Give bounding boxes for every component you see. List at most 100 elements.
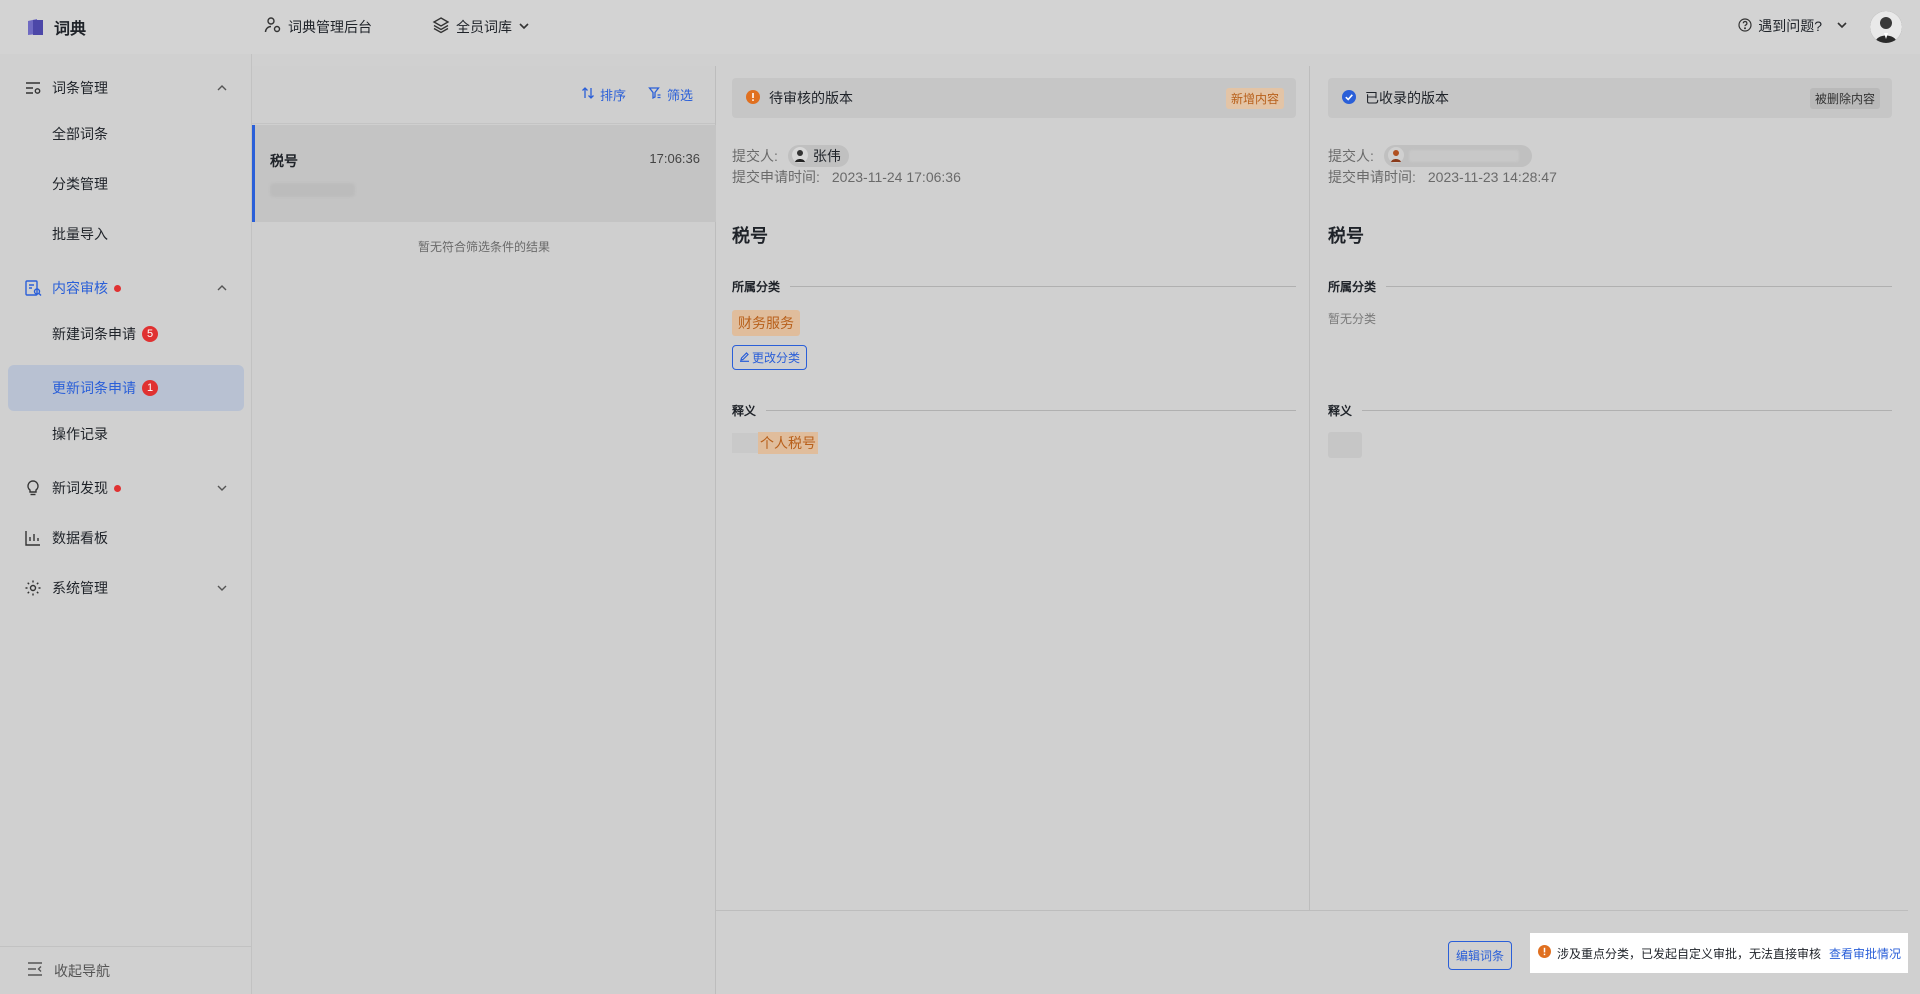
definition-section-header: 释义 <box>1328 402 1892 419</box>
app-title: 词典 <box>54 21 87 38</box>
submitter-chip[interactable] <box>1383 145 1532 167</box>
edit-entry-button[interactable]: 编辑词条 <box>1448 941 1513 970</box>
view-approval-link[interactable]: 查看审批情况 <box>1829 945 1901 962</box>
sidebar-item-bulk-import[interactable]: 批量导入 <box>8 211 244 257</box>
sidebar-item-label: 批量导入 <box>52 226 108 242</box>
avatar <box>791 146 808 166</box>
submit-time-row: 提交申请时间: 2023-11-23 14:28:47 <box>1328 167 1557 187</box>
sidebar-group-label: 数据看板 <box>52 530 108 546</box>
count-badge: 5 <box>142 326 158 342</box>
library-dropdown[interactable]: 全员词库 <box>432 16 530 37</box>
pending-version-header: 待审核的版本 新增内容 <box>732 78 1296 118</box>
removed-definition-highlight <box>1328 432 1362 458</box>
sidebar-item-label: 操作记录 <box>52 426 108 442</box>
category-section-header: 所属分类 <box>1328 278 1892 295</box>
sidebar-item-update-requests[interactable]: 更新词条申请 1 <box>8 365 244 411</box>
submitter-row: 提交人: <box>1328 145 1532 167</box>
collapse-nav-button[interactable]: 收起导航 <box>0 946 252 994</box>
section-label: 释义 <box>732 404 757 418</box>
category-tag: 财务服务 <box>732 310 800 336</box>
sidebar: 词条管理 全部词条 分类管理 批量导入 内容审核 新建词条申请 5 更新词条申请… <box>0 54 252 994</box>
section-label: 释义 <box>1328 404 1353 418</box>
collapse-sidebar-icon <box>26 960 44 981</box>
help-menu[interactable]: 遇到问题? <box>1738 16 1848 36</box>
no-category-text: 暂无分类 <box>1328 312 1377 326</box>
sidebar-group-entries[interactable]: 词条管理 <box>0 68 252 108</box>
sidebar-item-label: 新建词条申请 <box>52 326 136 342</box>
edit-icon <box>739 351 750 365</box>
sort-button[interactable]: 排序 <box>581 85 626 104</box>
right-edge <box>1908 54 1920 994</box>
bar-chart-icon <box>24 529 42 547</box>
divider <box>1386 286 1892 287</box>
gear-icon <box>24 579 42 597</box>
change-category-button[interactable]: 更改分类 <box>732 345 808 370</box>
user-settings-icon <box>264 16 282 37</box>
submit-time-label: 提交申请时间: <box>732 169 820 185</box>
chevron-down-icon <box>1836 18 1848 34</box>
list-item-time: 17:06:36 <box>649 151 700 166</box>
user-avatar[interactable] <box>1870 11 1902 43</box>
sidebar-group-label: 系统管理 <box>52 580 108 596</box>
library-label: 全员词库 <box>456 18 512 35</box>
list-item[interactable]: 税号 17:06:36 <box>252 125 716 222</box>
section-label: 所属分类 <box>1328 280 1377 294</box>
notification-dot <box>114 484 121 492</box>
divider <box>790 286 1296 287</box>
filter-button[interactable]: 筛选 <box>648 85 693 104</box>
sidebar-group-review[interactable]: 内容审核 <box>0 268 252 308</box>
sidebar-item-label: 更新词条申请 <box>52 380 136 396</box>
sidebar-item-categories[interactable]: 分类管理 <box>8 161 244 207</box>
submitter-label: 提交人: <box>1328 148 1374 164</box>
app-logo[interactable]: 词典 <box>26 15 86 39</box>
count-badge: 1 <box>142 380 158 396</box>
submit-time-value: 2023-11-24 17:06:36 <box>831 169 961 185</box>
added-content-tag: 新增内容 <box>1225 88 1284 109</box>
recorded-version-header: 已收录的版本 被删除内容 <box>1328 78 1892 118</box>
divider <box>1362 410 1892 411</box>
pending-version-title: 待审核的版本 <box>769 90 853 106</box>
review-icon <box>24 279 42 297</box>
sidebar-group-label: 词条管理 <box>52 80 108 96</box>
empty-result-text: 暂无符合筛选条件的结果 <box>417 240 550 254</box>
pending-version-panel: 待审核的版本 新增内容 提交人: 张伟 提交申请时间: 2023-11-24 1… <box>716 66 1310 910</box>
sidebar-group-dashboard[interactable]: 数据看板 <box>0 518 252 558</box>
list-item-title: 税号 <box>270 153 298 169</box>
notice-text: 涉及重点分类，已发起自定义审批，无法直接审核 <box>1557 946 1822 961</box>
sort-icon <box>581 86 595 103</box>
sidebar-group-new-words[interactable]: 新词发现 <box>0 468 252 508</box>
deleted-content-tag: 被删除内容 <box>1809 88 1880 109</box>
sidebar-item-all-entries[interactable]: 全部词条 <box>8 111 244 157</box>
help-label: 遇到问题? <box>1758 18 1822 34</box>
sidebar-group-label: 新词发现 <box>52 480 108 496</box>
check-circle-icon <box>1342 89 1356 107</box>
submitter-chip[interactable]: 张伟 <box>787 145 849 167</box>
submit-time-row: 提交申请时间: 2023-11-24 17:06:36 <box>732 167 961 187</box>
change-category-label: 更改分类 <box>752 351 801 365</box>
layers-icon <box>432 16 450 37</box>
sidebar-item-new-requests[interactable]: 新建词条申请 5 <box>8 311 244 357</box>
definition-section-header: 释义 <box>732 402 1296 419</box>
notification-dot <box>114 284 121 292</box>
removed-highlight <box>732 433 758 453</box>
top-bar: 词典 词典管理后台 全员词库 遇到问题? <box>0 0 1920 54</box>
action-footer: 编辑词条 涉及重点分类，已发起自定义审批，无法直接审核 查看审批情况 <box>716 910 1908 994</box>
section-label: 所属分类 <box>732 280 781 294</box>
sidebar-group-label: 内容审核 <box>52 280 108 296</box>
sidebar-item-operation-log[interactable]: 操作记录 <box>8 411 244 457</box>
warning-icon <box>746 89 760 107</box>
recorded-version-title: 已收录的版本 <box>1365 90 1449 106</box>
admin-nav-label: 词典管理后台 <box>288 18 372 35</box>
question-circle-icon <box>1738 17 1752 35</box>
list-toolbar: 排序 筛选 <box>252 66 715 124</box>
collapse-nav-label: 收起导航 <box>54 962 110 979</box>
chevron-down-icon <box>518 19 530 35</box>
definition-value: 个人税号 <box>732 432 818 454</box>
admin-nav-link[interactable]: 词典管理后台 <box>264 16 372 37</box>
sidebar-group-system[interactable]: 系统管理 <box>0 568 252 608</box>
approval-notice: 涉及重点分类，已发起自定义审批，无法直接审核 查看审批情况 <box>1530 933 1908 973</box>
filter-icon <box>648 86 662 103</box>
term-title: 税号 <box>732 226 768 246</box>
definition-text: 个人税号 <box>758 432 818 454</box>
request-list-panel: 排序 筛选 税号 17:06:36 暂无符合筛选条件的结果 <box>252 66 716 994</box>
